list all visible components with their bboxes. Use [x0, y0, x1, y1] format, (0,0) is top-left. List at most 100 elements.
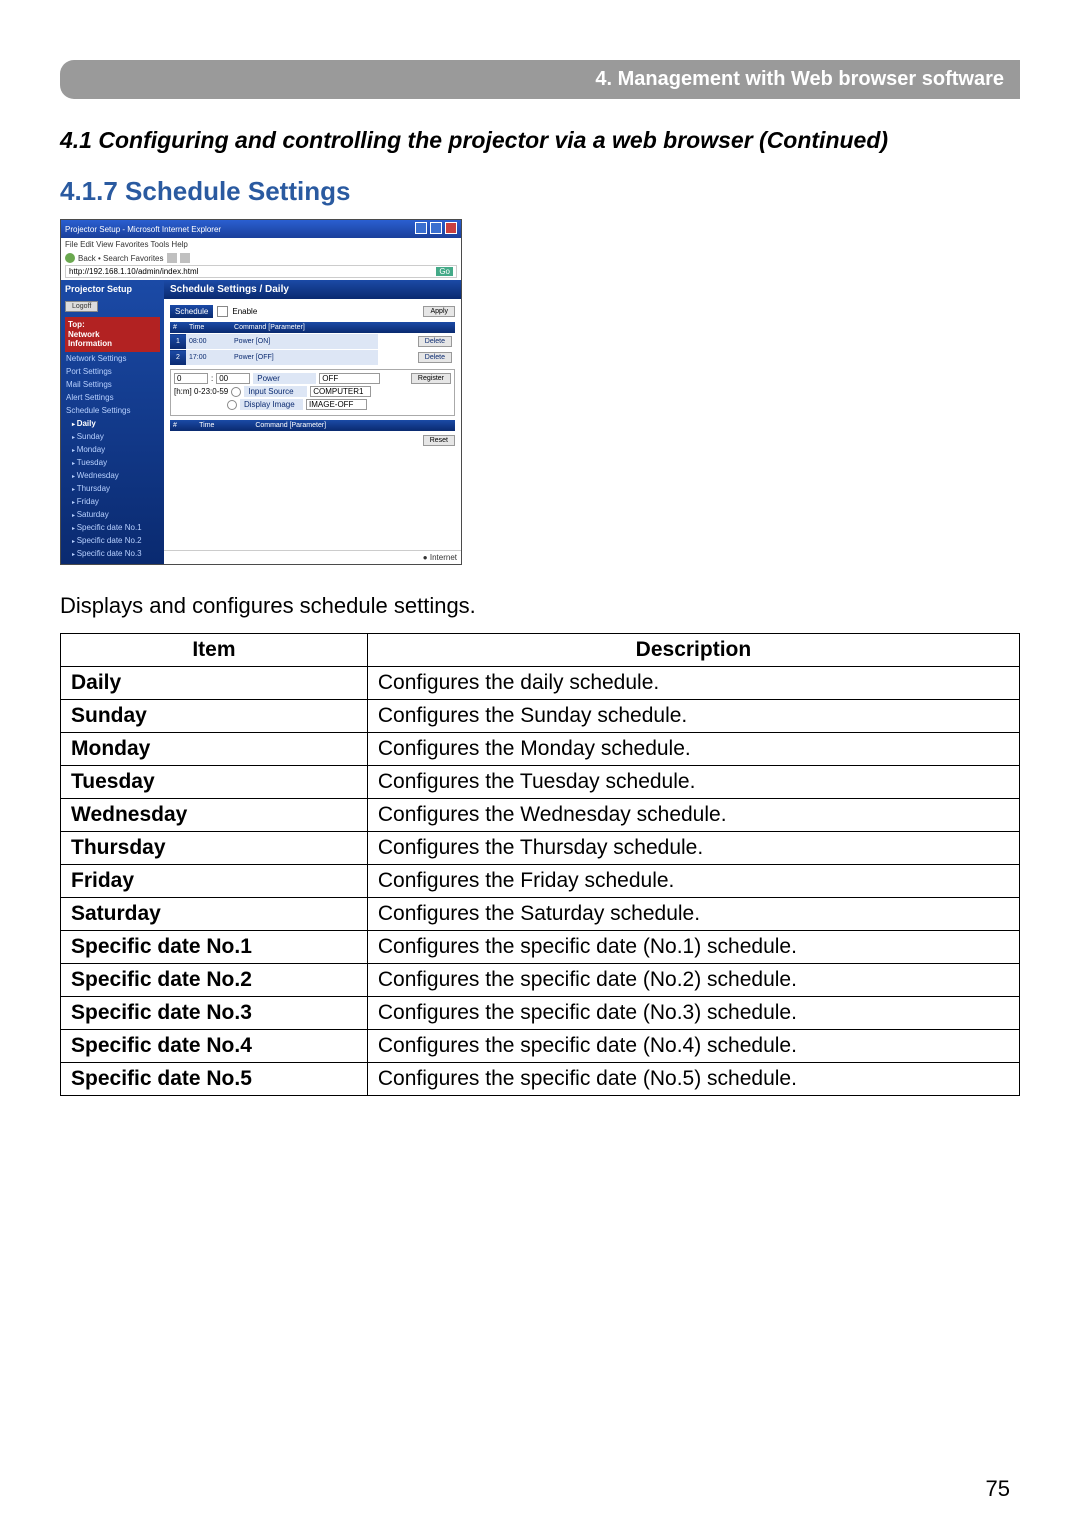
register-button[interactable]: Register: [411, 373, 451, 384]
th-time: Time: [196, 420, 252, 431]
sidebar-sub-specific1[interactable]: Specific date No.1: [71, 521, 160, 534]
maximize-icon[interactable]: [430, 222, 442, 234]
time-hour-input[interactable]: 0: [174, 373, 208, 384]
image-label: Display Image: [240, 399, 303, 410]
address-text: http://192.168.1.10/admin/index.html: [69, 267, 198, 276]
description-table: Item Description DailyConfigures the dai…: [60, 633, 1020, 1096]
logoff-button[interactable]: Logoff: [65, 301, 98, 312]
delete-button[interactable]: Delete: [418, 352, 452, 363]
table-row: FridayConfigures the Friday schedule.: [61, 864, 1020, 897]
home-icon[interactable]: [180, 253, 190, 263]
cell-item: Friday: [61, 864, 368, 897]
sidebar-sub-specific3[interactable]: Specific date No.3: [71, 547, 160, 560]
th-description: Description: [367, 633, 1019, 666]
cell-desc: Configures the daily schedule.: [367, 666, 1019, 699]
th-time: Time: [186, 322, 231, 334]
table-row: Specific date No.1Configures the specifi…: [61, 930, 1020, 963]
refresh-icon[interactable]: [167, 253, 177, 263]
th-item: Item: [61, 633, 368, 666]
sidebar-sub-specific2[interactable]: Specific date No.2: [71, 534, 160, 547]
cell-item: Specific date No.1: [61, 930, 368, 963]
cell-item: Specific date No.4: [61, 1029, 368, 1062]
cell-cmd: Power [ON]: [231, 334, 378, 350]
cell-time: 17:00: [186, 350, 231, 366]
time-min-input[interactable]: 00: [216, 373, 250, 384]
status-bar: ● Internet: [164, 550, 461, 564]
sidebar-topblock[interactable]: Top: Network Information: [65, 317, 160, 352]
sidebar-title: Projector Setup: [65, 284, 160, 294]
cell-item: Wednesday: [61, 798, 368, 831]
cell-item: Specific date No.5: [61, 1062, 368, 1095]
th-cmd: Command [Parameter]: [252, 420, 455, 431]
schedule-label: Schedule: [170, 305, 213, 318]
table-row: Specific date No.4Configures the specifi…: [61, 1029, 1020, 1062]
schedule-table: # Time Command [Parameter] 1 08:00 Power…: [170, 322, 455, 365]
table-row: TuesdayConfigures the Tuesday schedule.: [61, 765, 1020, 798]
table-row: Specific date No.3Configures the specifi…: [61, 996, 1020, 1029]
table-row: Specific date No.5Configures the specifi…: [61, 1062, 1020, 1095]
sidebar-item-network-settings[interactable]: Network Settings: [65, 352, 160, 365]
cell-cmd: Power [OFF]: [231, 350, 378, 366]
reset-button[interactable]: Reset: [423, 435, 455, 446]
sidebar-item-mail-settings[interactable]: Mail Settings: [65, 378, 160, 391]
th-idx: #: [170, 420, 196, 431]
section-title: 4.1 Configuring and controlling the proj…: [60, 127, 1020, 154]
sidebar-sub-daily[interactable]: Daily: [71, 417, 160, 430]
status-text: ●: [423, 553, 430, 562]
minimize-icon[interactable]: [415, 222, 427, 234]
window-controls[interactable]: [414, 222, 457, 236]
sidebar-sub-sunday[interactable]: Sunday: [71, 430, 160, 443]
screenshot: Projector Setup - Microsoft Internet Exp…: [60, 219, 462, 565]
sidebar-sub-monday[interactable]: Monday: [71, 443, 160, 456]
table-row: DailyConfigures the daily schedule.: [61, 666, 1020, 699]
cell-desc: Configures the Wednesday schedule.: [367, 798, 1019, 831]
cell-item: Tuesday: [61, 765, 368, 798]
cell-desc: Configures the specific date (No.2) sche…: [367, 963, 1019, 996]
cell-desc: Configures the specific date (No.4) sche…: [367, 1029, 1019, 1062]
input-select[interactable]: COMPUTER1: [310, 386, 371, 397]
table-row: 2 17:00 Power [OFF] Delete: [170, 350, 455, 366]
cell-item: Specific date No.3: [61, 996, 368, 1029]
th-idx: #: [170, 322, 186, 334]
table-row: SaturdayConfigures the Saturday schedule…: [61, 897, 1020, 930]
image-radio[interactable]: [227, 400, 237, 410]
apply-button[interactable]: Apply: [423, 306, 455, 317]
table-row: Specific date No.2Configures the specifi…: [61, 963, 1020, 996]
menubar[interactable]: File Edit View Favorites Tools Help: [61, 238, 461, 251]
cell-desc: Configures the Thursday schedule.: [367, 831, 1019, 864]
hhmm-label: [h:m] 0-23:0-59: [174, 387, 228, 396]
cell-desc: Configures the Tuesday schedule.: [367, 765, 1019, 798]
address-bar[interactable]: http://192.168.1.10/admin/index.html Go: [65, 265, 457, 278]
sidebar-sub-thursday[interactable]: Thursday: [71, 482, 160, 495]
sidebar-item-alert-settings[interactable]: Alert Settings: [65, 391, 160, 404]
input-label: Input Source: [244, 386, 307, 397]
sidebar-item-schedule-settings[interactable]: Schedule Settings: [65, 404, 160, 417]
cell-desc: Configures the Friday schedule.: [367, 864, 1019, 897]
close-icon[interactable]: [445, 222, 457, 234]
power-select[interactable]: OFF: [319, 373, 380, 384]
cell-item: Thursday: [61, 831, 368, 864]
sidebar-sub-saturday[interactable]: Saturday: [71, 508, 160, 521]
sidebar-sub-wednesday[interactable]: Wednesday: [71, 469, 160, 482]
image-select[interactable]: IMAGE-OFF: [306, 399, 367, 410]
window-titlebar: Projector Setup - Microsoft Internet Exp…: [61, 220, 461, 238]
sidebar-sub-friday[interactable]: Friday: [71, 495, 160, 508]
input-radio[interactable]: [231, 387, 241, 397]
cell-item: Specific date No.2: [61, 963, 368, 996]
cell-desc: Configures the Saturday schedule.: [367, 897, 1019, 930]
delete-button[interactable]: Delete: [418, 336, 452, 347]
enable-checkbox[interactable]: [217, 306, 228, 317]
cell-desc: Configures the specific date (No.1) sche…: [367, 930, 1019, 963]
toolbar[interactable]: Back • Search Favorites: [61, 251, 461, 265]
pane-title: Schedule Settings / Daily: [164, 280, 461, 299]
sidebar-sub-tuesday[interactable]: Tuesday: [71, 456, 160, 469]
table-row: ThursdayConfigures the Thursday schedule…: [61, 831, 1020, 864]
power-label: Power: [253, 373, 316, 384]
sidebar: Projector Setup Logoff Top: Network Info…: [61, 280, 164, 564]
go-button[interactable]: Go: [436, 267, 453, 276]
sidebar-item-port-settings[interactable]: Port Settings: [65, 365, 160, 378]
status-label: Internet: [430, 553, 457, 562]
chapter-bar: 4. Management with Web browser software: [60, 60, 1020, 99]
toolbar-text: Back • Search Favorites: [78, 254, 164, 263]
back-icon[interactable]: [65, 253, 75, 263]
